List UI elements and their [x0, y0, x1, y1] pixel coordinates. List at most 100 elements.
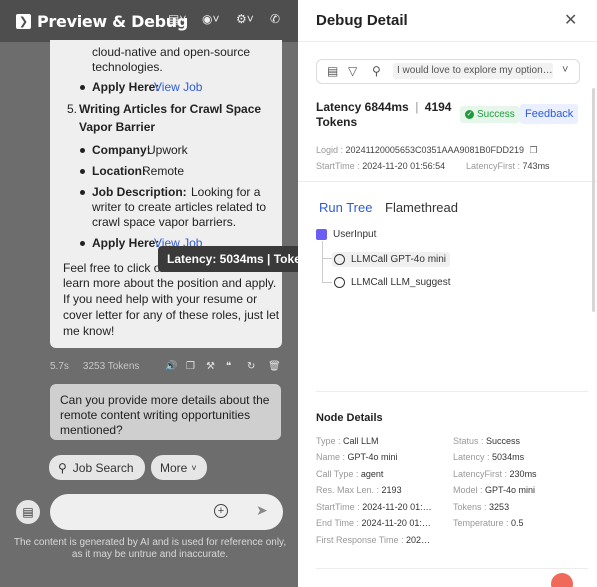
- bullet-icon: [80, 169, 85, 174]
- detail-model: Model : GPT-4o mini: [453, 485, 536, 495]
- copy-icon[interactable]: ❐: [530, 145, 538, 155]
- token-value: 4194: [424, 100, 452, 114]
- status-badge: ✓ Success: [460, 106, 520, 123]
- delete-icon[interactable]: 🗑: [268, 361, 281, 372]
- job-search-chip[interactable]: ⚲ Job Search: [49, 455, 145, 480]
- latency-value: Latency 6844ms: [316, 100, 409, 114]
- disclaimer: The content is generated by AI and is us…: [13, 537, 287, 560]
- gear-icon[interactable]: ⚙˅: [236, 12, 262, 26]
- tree-node-label: LLMCall LLM_suggest: [351, 277, 451, 288]
- add-icon[interactable]: +: [214, 504, 228, 518]
- bullet-icon: [80, 190, 85, 195]
- tree-node-label: UserInput: [333, 229, 377, 240]
- chevron-down-icon: ˅: [191, 462, 197, 473]
- close-icon[interactable]: ✕: [564, 10, 577, 30]
- debug-header: Debug Detail ✕: [298, 0, 597, 42]
- job-title: Vapor Barrier: [79, 120, 156, 134]
- speaker-icon[interactable]: 🔊: [165, 361, 177, 372]
- detail-tokens: Tokens : 3253: [453, 502, 510, 512]
- message-stats: 5.7s 3253 Tokens 🔊 ❐ ⚒ ❝ ↻ 🗑: [50, 358, 290, 374]
- user-message: Can you provide more details about the r…: [50, 384, 281, 440]
- detail-end-time: End Time : 2024-11-20 01:…: [316, 518, 431, 528]
- tree-node-userinput[interactable]: UserInput: [316, 229, 376, 240]
- apply-label: Apply Here:: [92, 80, 160, 94]
- chat-panel: ❯ Preview & Debug ▤˅ ◉˅ ⚙˅ ✆ cloud-nativ…: [0, 0, 298, 587]
- filter-icon[interactable]: ▽: [348, 64, 357, 78]
- search-icon: ⚲: [58, 460, 67, 475]
- description-value: Looking for a: [191, 185, 261, 199]
- layout-icon[interactable]: ▤˅: [168, 12, 194, 26]
- input-icon: [316, 229, 327, 240]
- chat-input[interactable]: + ➤: [50, 494, 283, 530]
- calendar-icon[interactable]: ▤: [327, 64, 338, 78]
- message-text: cloud-native and open-source: [92, 45, 251, 59]
- phone-icon[interactable]: ✆: [270, 12, 296, 26]
- detail-latency: Latency : 5034ms: [453, 452, 525, 462]
- detail-first-response-time: First Response Time : 202…: [316, 535, 431, 545]
- job-search-label: Job Search: [72, 460, 134, 475]
- feedback-button[interactable]: Feedback: [520, 104, 579, 124]
- start-time: StartTime : 2024-11-20 01:56:54: [316, 161, 445, 171]
- send-icon[interactable]: ➤: [256, 502, 268, 519]
- company-label: Company:: [92, 143, 151, 157]
- detail-call-type: Call Type : agent: [316, 469, 384, 479]
- location-value: Remote: [142, 164, 185, 178]
- check-icon: ✓: [465, 110, 474, 119]
- message-text: technologies.: [92, 60, 163, 74]
- query-select[interactable]: I would love to explore my option…: [393, 63, 553, 79]
- latency-tooltip: Latency: 5034ms | Tokens: 3253: [158, 246, 298, 272]
- description-label: Job Description:: [92, 185, 187, 199]
- latency-first: LatencyFirst : 743ms: [466, 161, 550, 171]
- tab-run-tree[interactable]: Run Tree: [319, 200, 372, 215]
- debug-panel: Debug Detail ✕ ▤ ▽ ⚲ I would love to exp…: [298, 0, 597, 587]
- job-title: Writing Articles for Crawl Space: [79, 102, 262, 116]
- start-value: 2024-11-20 01:56:54: [362, 161, 446, 171]
- tree-connector: [322, 259, 332, 283]
- response-time: 5.7s: [50, 360, 69, 372]
- latency-first-value: 743ms: [522, 161, 550, 171]
- palette-icon[interactable]: ◉˅: [202, 12, 228, 26]
- location-label: Location:: [92, 164, 146, 178]
- detail-temperature: Temperature : 0.5: [453, 518, 524, 528]
- debug-title: Debug Detail: [316, 12, 408, 29]
- tree-node-llm-suggest[interactable]: LLMCall LLM_suggest: [334, 277, 451, 288]
- bullet-icon: [80, 148, 85, 153]
- description-value: writer to create articles related to: [92, 200, 267, 214]
- message-text: cover letter for any of these roles, jus…: [63, 308, 280, 322]
- node-details-title: Node Details: [316, 412, 383, 424]
- more-chip[interactable]: More ˅: [151, 455, 207, 480]
- detail-start-time: StartTime : 2024-11-20 01:…: [316, 502, 432, 512]
- quote-icon[interactable]: ❝: [226, 361, 231, 372]
- view-job-link[interactable]: View Job: [154, 79, 202, 95]
- latency-summary: Latency 6844ms | 4194: [316, 100, 452, 114]
- avatar[interactable]: [551, 573, 573, 587]
- copy-icon[interactable]: ❐: [186, 361, 195, 372]
- scrollbar[interactable]: [592, 88, 595, 312]
- detail-name: Name : GPT-4o mini: [316, 452, 398, 462]
- description-value: crawl space vapor barriers.: [92, 215, 237, 229]
- message-text: learn more about the position and apply.: [63, 276, 277, 290]
- detail-status: Status : Success: [453, 436, 521, 446]
- debug-toolbar: ▤ ▽ ⚲ I would love to explore my option……: [316, 59, 580, 84]
- token-count: 3253 Tokens: [82, 360, 140, 372]
- search-icon[interactable]: ⚲: [372, 64, 381, 78]
- list-number: 5.: [67, 102, 78, 116]
- message-text: If you need help with your resume or: [63, 292, 258, 306]
- divider: [298, 181, 597, 182]
- tree-node-llm-gpt[interactable]: LLMCall GPT-4o mini: [332, 252, 451, 267]
- more-label: More: [160, 460, 188, 475]
- bullet-icon: [80, 85, 85, 90]
- tab-flamethread[interactable]: Flamethread: [385, 200, 458, 215]
- status-label: Success: [477, 109, 515, 120]
- app-title: Preview & Debug: [37, 11, 189, 31]
- chevron-down-icon[interactable]: ˅: [562, 64, 568, 76]
- toolbox-icon[interactable]: ▤: [16, 500, 40, 524]
- llm-icon: [334, 254, 345, 265]
- logid: Logid : 20241120005653C0351AAA9081B0FDD2…: [316, 145, 538, 156]
- chat-header: ❯ Preview & Debug ▤˅ ◉˅ ⚙˅ ✆: [0, 0, 298, 42]
- detail-res-max-len: Res. Max Len. : 2193: [316, 485, 402, 495]
- refresh-icon[interactable]: ↻: [247, 361, 255, 372]
- logid-value: 20241120005653C0351AAA9081B0FDD219: [345, 145, 525, 155]
- divider: [316, 391, 588, 392]
- debug-icon[interactable]: ⚒: [206, 361, 215, 372]
